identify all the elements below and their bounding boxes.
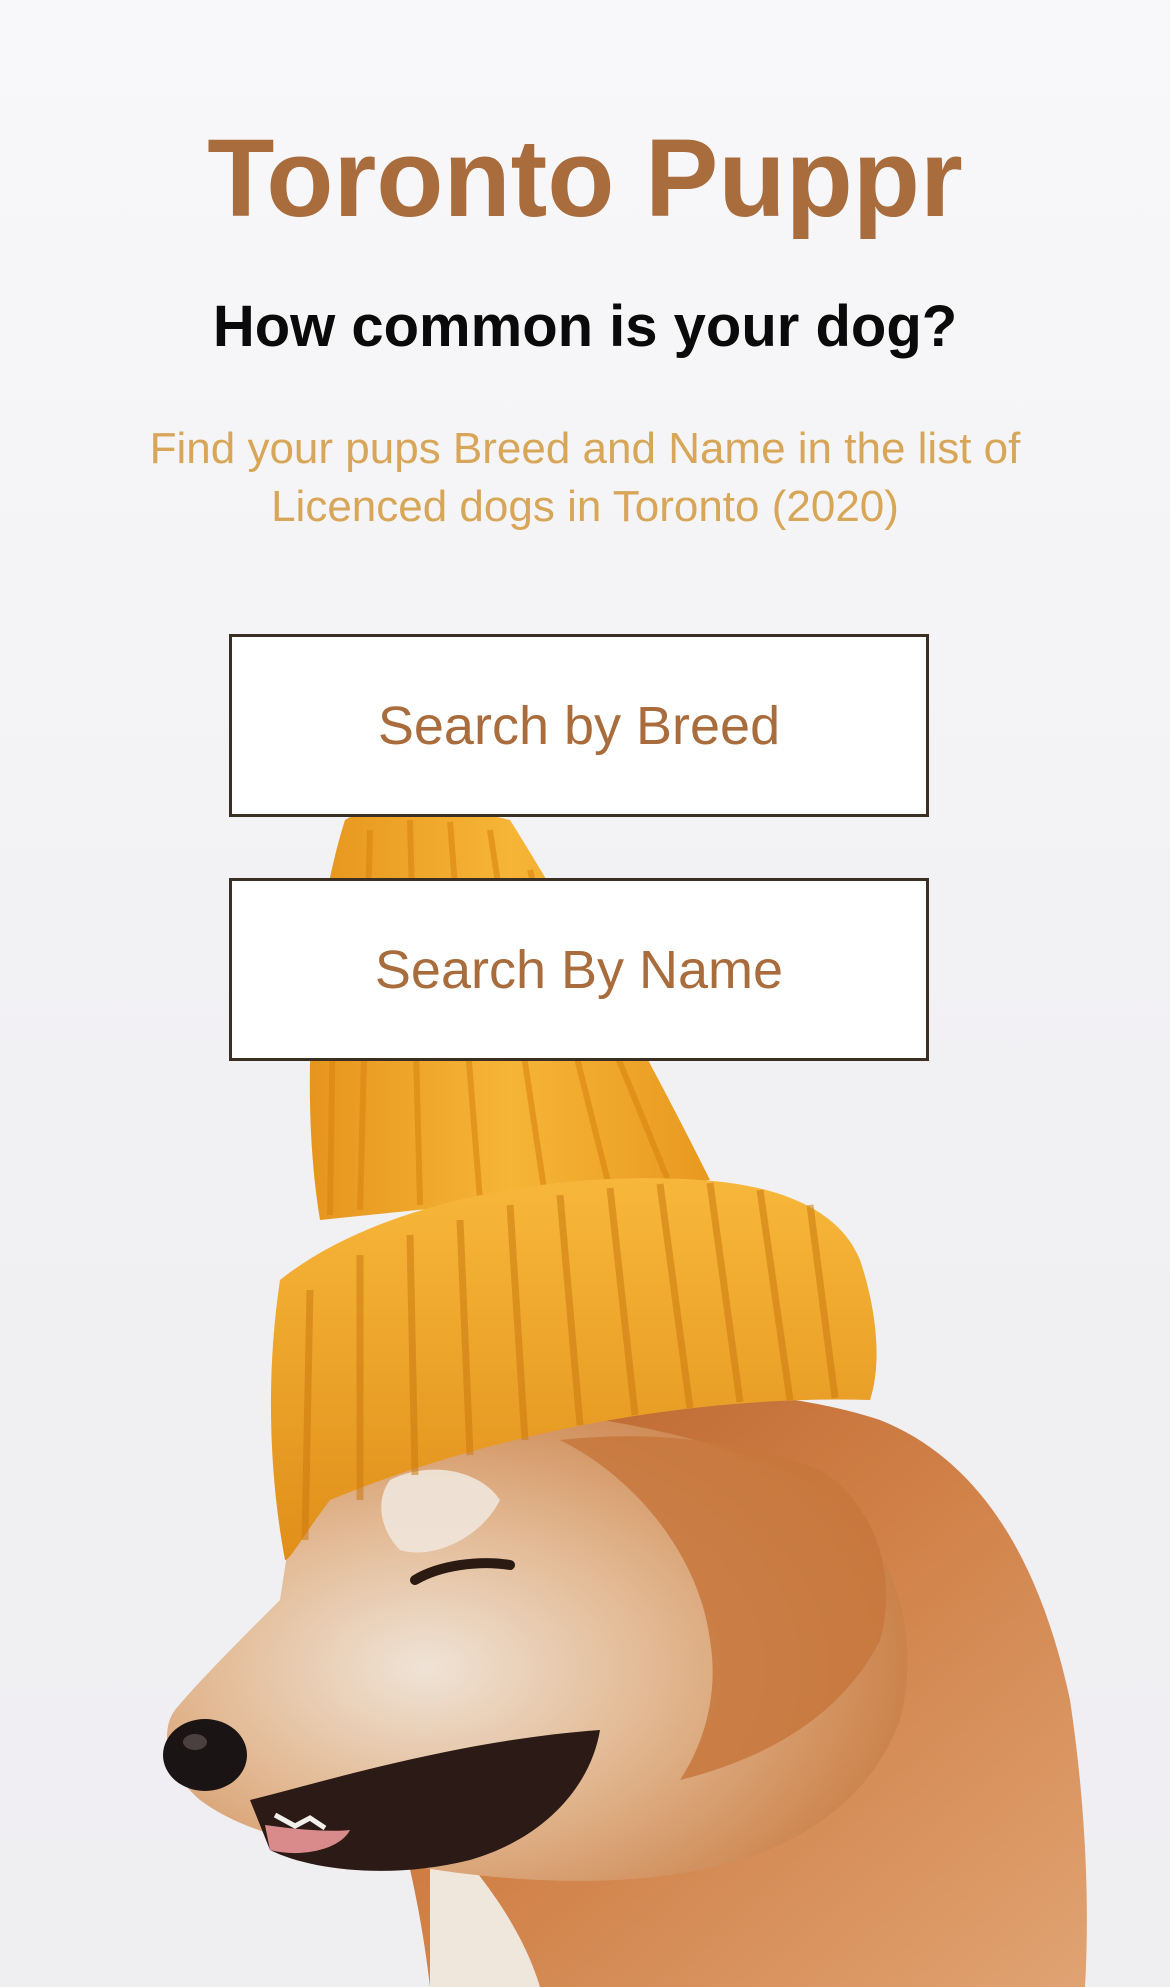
search-by-breed-button[interactable]: Search by Breed: [229, 634, 929, 817]
app-title: Toronto Puppr: [207, 117, 963, 240]
page-description: Find your pups Breed and Name in the lis…: [149, 424, 1021, 531]
home-screen: Toronto Puppr How common is your dog? Fi…: [0, 0, 1170, 1987]
search-by-name-button[interactable]: Search By Name: [229, 878, 929, 1061]
page-subtitle: How common is your dog?: [212, 294, 958, 359]
